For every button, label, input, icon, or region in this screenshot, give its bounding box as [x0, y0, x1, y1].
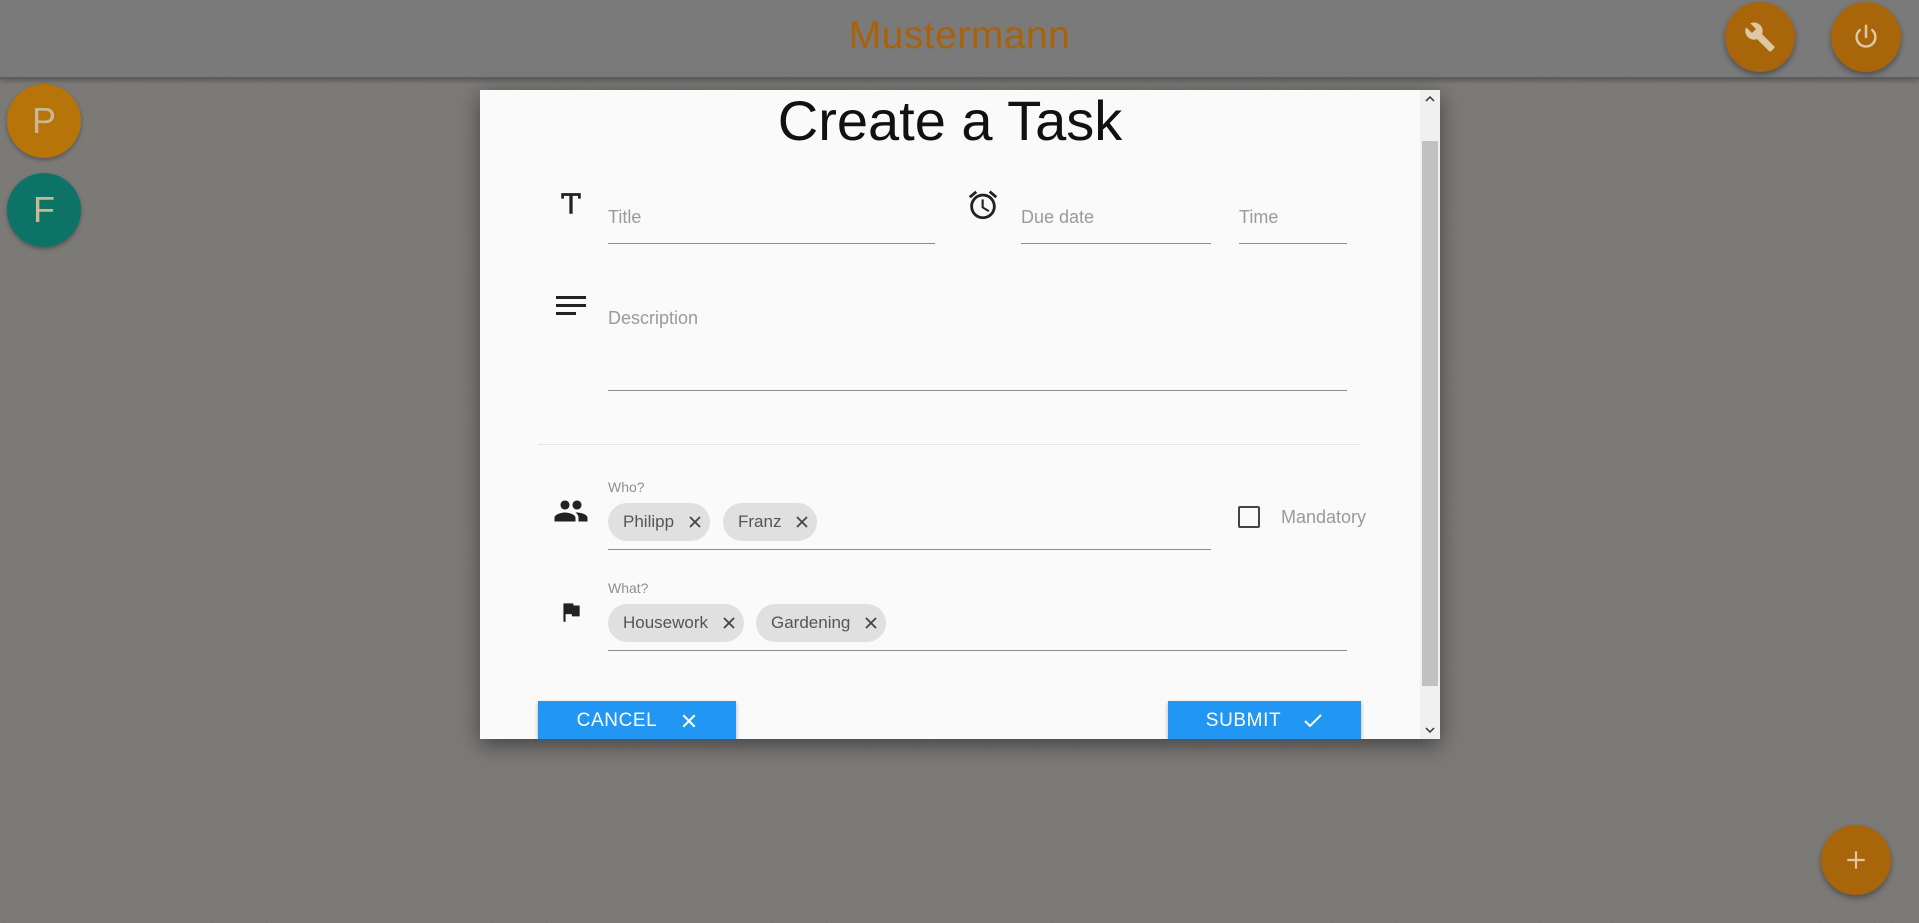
plus-icon [1847, 851, 1865, 869]
time-input[interactable]: Time [1239, 207, 1278, 228]
cancel-button[interactable]: CANCEL [538, 701, 736, 739]
wrench-icon [1745, 22, 1775, 52]
app-title: Mustermann [848, 14, 1071, 57]
title-input[interactable]: Title [608, 207, 641, 228]
due-date-underline [1021, 243, 1211, 244]
avatar-letter: F [33, 189, 55, 230]
who-label: Who? [608, 479, 645, 495]
remove-chip-icon[interactable] [787, 503, 817, 541]
what-chip-gardening: Gardening [756, 604, 887, 642]
dialog-title: Create a Task [777, 90, 1123, 152]
what-underline [608, 650, 1347, 651]
people-icon [553, 496, 589, 531]
section-divider [538, 444, 1360, 445]
submit-label: SUBMIT [1205, 710, 1282, 731]
who-chip-philipp: Philipp [608, 503, 711, 541]
settings-button[interactable] [1725, 2, 1795, 72]
description-lines-icon [556, 294, 586, 325]
avatar-franz[interactable]: F [7, 173, 81, 247]
close-icon [682, 714, 696, 728]
what-chip-housework: Housework [608, 604, 745, 642]
logout-button[interactable] [1831, 2, 1901, 72]
chip-label: Franz [738, 512, 782, 531]
scroll-thumb[interactable] [1422, 141, 1438, 686]
description-underline [608, 390, 1347, 391]
remove-chip-icon[interactable] [714, 604, 744, 642]
description-input[interactable]: Description [608, 308, 698, 329]
check-icon [1304, 714, 1322, 728]
remove-chip-icon[interactable] [856, 604, 886, 642]
chip-label: Housework [623, 613, 709, 632]
chip-label: Gardening [771, 613, 851, 632]
submit-button[interactable]: SUBMIT [1168, 701, 1361, 739]
power-icon [1855, 24, 1877, 48]
title-format-icon [558, 191, 584, 222]
time-underline [1239, 243, 1347, 244]
mandatory-checkbox[interactable] [1238, 506, 1260, 528]
what-label: What? [608, 580, 649, 596]
create-task-dialog: Create a Task Title Due date Time Descri… [480, 90, 1440, 739]
alarm-clock-icon [966, 188, 1000, 227]
chip-label: Philipp [623, 512, 675, 531]
mandatory-label: Mandatory [1281, 507, 1367, 527]
scroll-down-icon[interactable] [1420, 721, 1440, 739]
due-date-input[interactable]: Due date [1021, 207, 1094, 228]
cancel-label: CANCEL [576, 710, 658, 731]
avatar-philipp[interactable]: P [7, 84, 81, 158]
avatar-letter: P [31, 100, 56, 141]
scroll-up-icon[interactable] [1420, 90, 1440, 108]
who-underline [608, 549, 1211, 550]
flag-icon [558, 598, 584, 631]
add-task-button[interactable] [1821, 825, 1891, 895]
title-underline [608, 243, 935, 244]
remove-chip-icon[interactable] [680, 503, 710, 541]
top-app-bar: Mustermann [0, 0, 1919, 79]
who-chip-franz: Franz [723, 503, 818, 541]
dialog-scrollbar[interactable] [1420, 90, 1440, 739]
